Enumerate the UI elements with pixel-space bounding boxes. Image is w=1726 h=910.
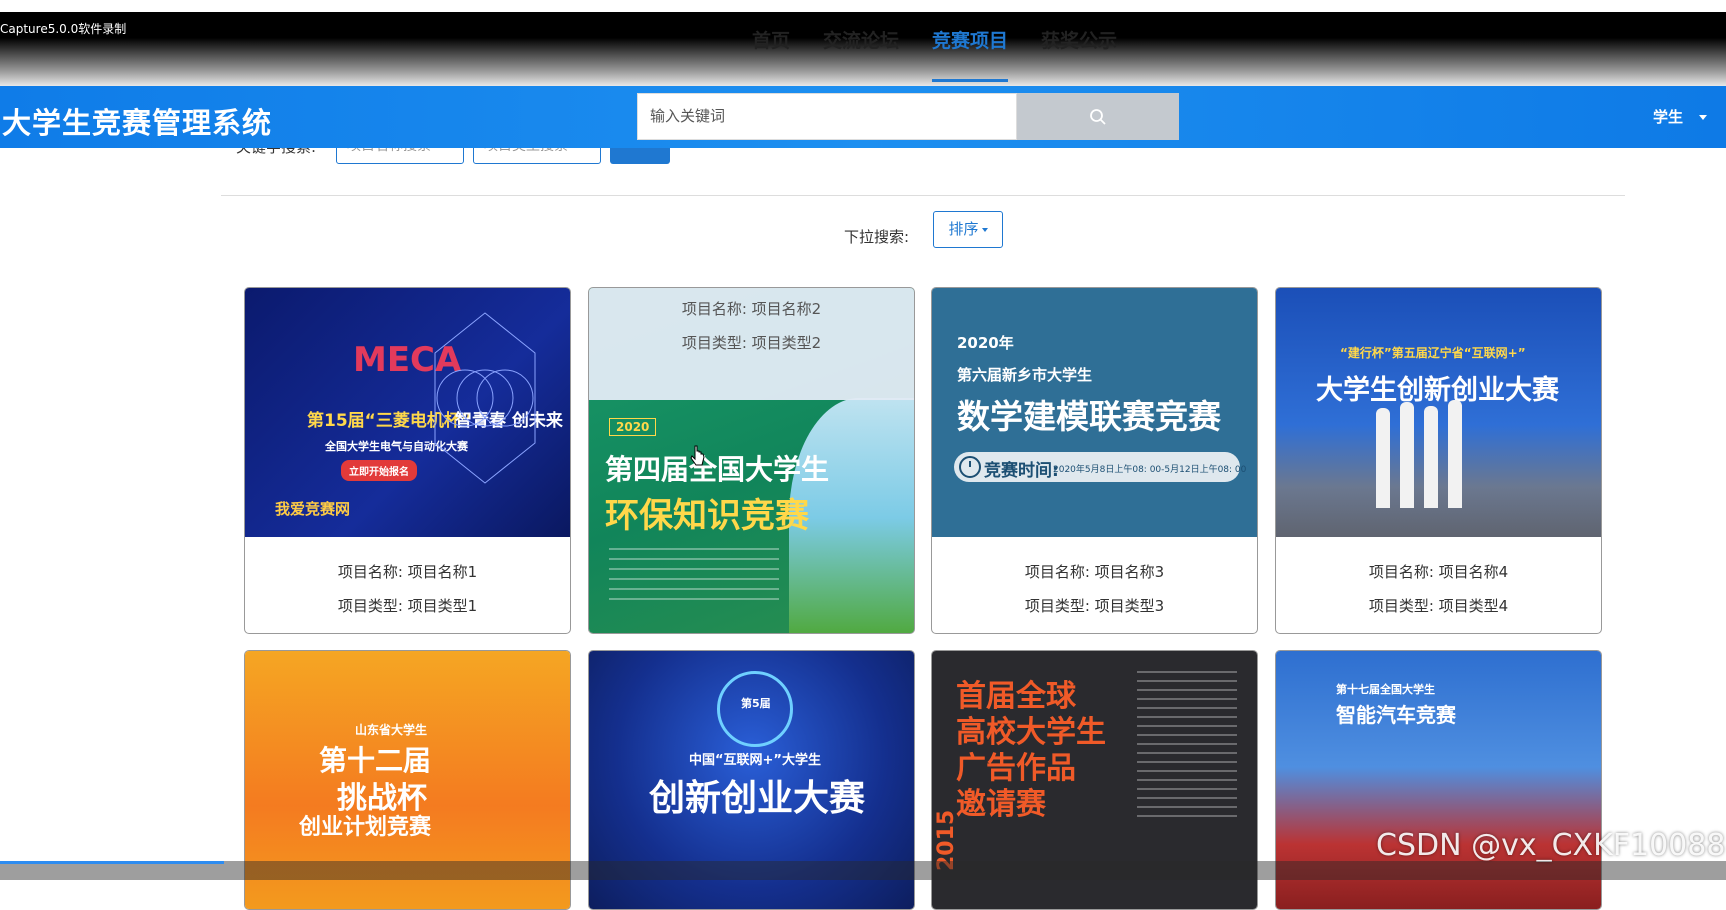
- top-nav-bar: Capture5.0.0软件录制 首页 交流论坛 竞赛项目 获奖公示: [0, 12, 1726, 86]
- main-nav: 首页 交流论坛 竞赛项目 获奖公示: [752, 28, 1150, 82]
- search-input[interactable]: 输入关键词: [637, 93, 1017, 140]
- project-card-4[interactable]: “建行杯”第五届辽宁省“互联网+” 大学生创新创业大赛 项目名称: 项目名称4 …: [1275, 287, 1602, 634]
- project-card-1[interactable]: MECA 第15届“三菱电机杯” 智青春 创未来 全国大学生电气与自动化大赛 立…: [244, 287, 571, 634]
- playback-progress-bar[interactable]: [0, 861, 1726, 880]
- user-label: 学生: [1653, 108, 1684, 126]
- playback-progress-fill: [0, 861, 225, 864]
- poster-line: 创业计划竞赛: [299, 815, 432, 840]
- project-name: 项目名称: 项目名称4: [1368, 563, 1509, 581]
- poster-year: 2020年: [957, 334, 1014, 352]
- sort-label: 排序: [948, 220, 979, 238]
- poster-foot: 我爱竞赛网: [275, 500, 351, 518]
- watermark: CSDN @vx_CXKF10088: [1376, 828, 1726, 863]
- site-title: 大学生竞赛管理系统: [2, 106, 273, 140]
- poster-year: 2020: [609, 418, 657, 436]
- poster-line: 第六届新乡市大学生: [957, 366, 1093, 384]
- dropdown-search-label: 下拉搜索:: [844, 228, 910, 246]
- project-type: 项目类型: 项目类型2: [681, 334, 822, 352]
- search-button[interactable]: [1017, 93, 1179, 140]
- nav-awards[interactable]: 获奖公示: [1041, 28, 1117, 82]
- project-card-2[interactable]: 2020 第四届全国大学生 环保知识竞赛 项目名称: 项目名称2 项目类型: 项…: [588, 287, 915, 634]
- poster-line: 邀请赛: [956, 787, 1046, 822]
- poster-line: “建行杯”第五届辽宁省“互联网+”: [1340, 346, 1526, 360]
- nav-competitions[interactable]: 竞赛项目: [932, 28, 1009, 82]
- poster-line: 第十七届全国大学生: [1336, 683, 1435, 696]
- mouse-cursor-icon: [690, 445, 705, 466]
- keyword-search-button[interactable]: [610, 148, 670, 164]
- keyword-search-row: 关键字搜索: 项目名称搜索 项目类型搜索: [236, 148, 696, 166]
- poster-line: 第四届全国大学生: [605, 453, 830, 486]
- project-info-1: 项目名称: 项目名称1 项目类型: 项目类型1: [245, 537, 570, 633]
- geometric-ornament: [434, 312, 536, 484]
- name-search-input[interactable]: 项目名称搜索: [336, 148, 464, 164]
- poster-time-value: 2020年5月8日上午08: 00-5月12日上午08: 00: [1053, 465, 1247, 475]
- sort-dropdown[interactable]: 排序: [933, 211, 1003, 248]
- project-name: 项目名称: 项目名称2: [681, 300, 822, 318]
- nav-forum[interactable]: 交流论坛: [823, 28, 899, 82]
- nav-home[interactable]: 首页: [752, 28, 790, 82]
- poster-line: 中国“互联网+”大学生: [689, 753, 821, 768]
- project-type: 项目类型: 项目类型1: [337, 597, 478, 615]
- clock-icon: [959, 456, 981, 478]
- recorder-label: Capture5.0.0软件录制: [0, 22, 127, 36]
- type-search-input[interactable]: 项目类型搜索: [473, 148, 601, 164]
- project-info-4: 项目名称: 项目名称4 项目类型: 项目类型4: [1276, 537, 1601, 633]
- project-type: 项目类型: 项目类型3: [1024, 597, 1165, 615]
- poster-button: 立即开始报名: [341, 460, 417, 481]
- poster-line: 环保知识竞赛: [605, 496, 809, 536]
- chevron-down-icon: [981, 227, 988, 232]
- poster-line: 大学生创新创业大赛: [1316, 375, 1559, 406]
- project-name: 项目名称: 项目名称3: [1024, 563, 1165, 581]
- keyword-label: 关键字搜索:: [236, 148, 316, 157]
- project-image-1: MECA 第15届“三菱电机杯” 智青春 创未来 全国大学生电气与自动化大赛 立…: [245, 288, 570, 537]
- poster-line: 数学建模联赛竞赛: [957, 397, 1221, 436]
- site-header: 大学生竞赛管理系统 输入关键词 学生: [0, 86, 1726, 148]
- poster-line: 创新创业大赛: [649, 778, 866, 819]
- project-name: 项目名称: 项目名称1: [337, 563, 478, 581]
- project-info-3: 项目名称: 项目名称3 项目类型: 项目类型3: [932, 537, 1257, 633]
- project-type: 项目类型: 项目类型4: [1368, 597, 1509, 615]
- search-icon: [1090, 108, 1106, 125]
- poster-badge: 第5届: [741, 697, 771, 710]
- divider: [221, 195, 1625, 196]
- poster-line: 智能汽车竞赛: [1336, 703, 1456, 727]
- chevron-down-icon: [1699, 115, 1708, 120]
- poster-time-label: 竞赛时间:: [984, 461, 1059, 481]
- project-image-4: “建行杯”第五届辽宁省“互联网+” 大学生创新创业大赛: [1276, 288, 1601, 537]
- project-image-3: 2020年 第六届新乡市大学生 数学建模联赛竞赛 竞赛时间: 2020年5月8日…: [932, 288, 1257, 537]
- user-menu[interactable]: 学生: [1653, 106, 1708, 127]
- poster-line: 山东省大学生: [355, 723, 428, 737]
- project-hover-overlay: 项目名称: 项目名称2 项目类型: 项目类型2: [589, 288, 914, 400]
- project-card-3[interactable]: 2020年 第六届新乡市大学生 数学建模联赛竞赛 竞赛时间: 2020年5月8日…: [931, 287, 1258, 634]
